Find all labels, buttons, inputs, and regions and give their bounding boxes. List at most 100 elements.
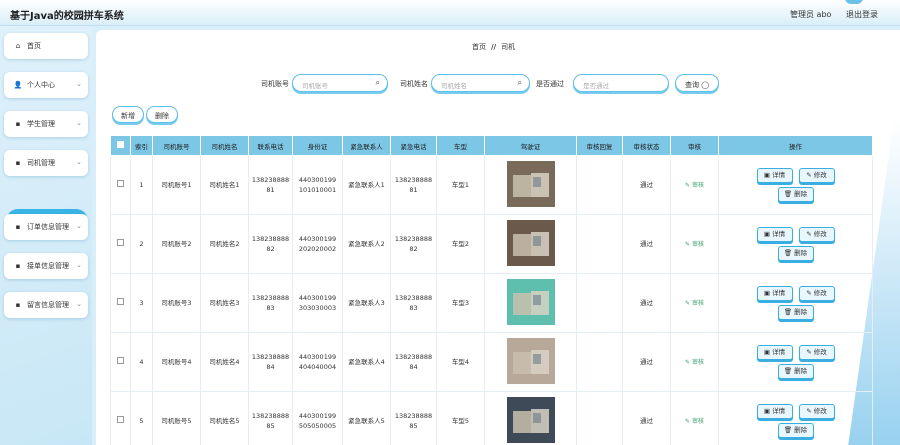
column-header: 紧急电话: [390, 135, 437, 156]
audit-link[interactable]: ✎ 审核: [685, 359, 704, 366]
actions-cell: ▣ 详情 ✎ 修改 🗑 删除: [718, 391, 873, 445]
sidebar-item-1[interactable]: ⌂ 首页: [4, 33, 88, 59]
sidebar-item-4[interactable]: ▪ 司机管理 ⌄: [4, 150, 88, 176]
license-photo-cell: [484, 214, 577, 274]
car-cell: 车型5: [436, 391, 485, 445]
sidebar-item-7[interactable]: ▪ 留言信息管理 ⌄: [4, 292, 88, 318]
delete-label: 删除: [794, 426, 808, 434]
account-label: 司机账号: [261, 80, 289, 88]
license-photo[interactable]: [506, 337, 555, 384]
detail-button[interactable]: ▣ 详情: [756, 286, 793, 301]
grid-icon: ▪: [15, 223, 21, 231]
audit-cell: ✎ 审核: [670, 273, 719, 333]
sidebar-item-label: 留言信息管理: [27, 301, 69, 309]
edit-label: 修改: [813, 171, 827, 179]
edit-icon: ✎: [806, 348, 812, 356]
audit-label: 审核: [691, 181, 704, 189]
column-header: 紧急联系人: [342, 135, 391, 156]
name-placeholder: 司机姓名: [441, 82, 467, 90]
detail-button[interactable]: ▣ 详情: [756, 345, 793, 360]
user-label: 管理员 abo: [790, 10, 832, 19]
select-all-checkbox[interactable]: [117, 141, 124, 148]
actions-cell: ▣ 详情 ✎ 修改 🗑 删除: [718, 214, 873, 274]
pass-select[interactable]: 是否通过: [573, 74, 669, 92]
audit-cell: ✎ 审核: [670, 214, 719, 274]
sidebar-item-label: 首页: [27, 42, 41, 50]
query-button[interactable]: 查询 ◯: [675, 74, 720, 92]
detail-label: 详情: [772, 407, 786, 415]
delete-button[interactable]: 🗑 删除: [777, 364, 814, 379]
reply-cell: [576, 391, 623, 445]
index-cell: 2: [130, 214, 153, 274]
edit-button[interactable]: ✎ 修改: [798, 168, 835, 183]
row-checkbox[interactable]: [117, 180, 124, 187]
id-card-cell: 440300199 505050005: [292, 391, 343, 445]
phone-cell: 138238888 84: [248, 332, 293, 392]
chevron-down-icon: ⌄: [76, 119, 82, 127]
actions-cell: ▣ 详情 ✎ 修改 🗑 删除: [718, 332, 873, 392]
select-all-header[interactable]: [110, 135, 131, 156]
name-input[interactable]: 司机姓名 ⌕: [431, 74, 530, 92]
logout-link[interactable]: 退出登录: [846, 9, 878, 20]
delete-button[interactable]: 🗑 删除: [777, 423, 814, 438]
avatar[interactable]: [843, 0, 865, 6]
phone-cell: 138238888 85: [248, 391, 293, 445]
audit-link[interactable]: ✎ 审核: [685, 182, 704, 189]
detail-label: 详情: [772, 289, 786, 297]
sidebar-item-3[interactable]: ▪ 学生管理 ⌄: [4, 111, 88, 137]
edit-button[interactable]: ✎ 修改: [798, 286, 835, 301]
sidebar-item-label: 订单信息管理: [27, 223, 69, 231]
license-photo[interactable]: [506, 396, 555, 443]
chevron-down-icon: ⌄: [76, 300, 82, 308]
account-input[interactable]: 司机账号 ⌕: [292, 74, 388, 92]
row-checkbox[interactable]: [117, 239, 124, 246]
sidebar-item-label: 接单信息管理: [27, 262, 69, 270]
license-photo[interactable]: [506, 160, 555, 207]
detail-button[interactable]: ▣ 详情: [756, 404, 793, 419]
status-cell: 通过: [622, 214, 671, 274]
audit-link[interactable]: ✎ 审核: [685, 300, 704, 307]
license-photo-cell: [484, 155, 577, 215]
detail-label: 详情: [772, 230, 786, 238]
sidebar-item-6[interactable]: ▪ 接单信息管理 ⌄: [4, 253, 88, 279]
edit-button[interactable]: ✎ 修改: [798, 404, 835, 419]
car-cell: 车型4: [436, 332, 485, 392]
license-photo-cell: [484, 391, 577, 445]
status-cell: 通过: [622, 273, 671, 333]
edit-icon: ▪: [15, 159, 21, 167]
index-cell: 3: [130, 273, 153, 333]
search-icon: ⌕: [517, 78, 522, 87]
license-photo[interactable]: [506, 278, 555, 325]
table-row: 2 司机账号2 司机姓名2 138238888 82 440300199 202020002…: [110, 214, 873, 274]
edit-icon: ✎: [806, 171, 812, 179]
license-photo[interactable]: [506, 219, 555, 266]
edit-icon: ✎: [806, 407, 812, 415]
breadcrumb-home[interactable]: 首页: [472, 43, 486, 51]
column-header: 车型: [436, 135, 485, 156]
sidebar-item-2[interactable]: 👤 个人中心 ⌄: [4, 72, 88, 98]
status-cell: 通过: [622, 155, 671, 215]
delete-button[interactable]: 🗑 删除: [777, 187, 814, 202]
detail-button[interactable]: ▣ 详情: [756, 227, 793, 242]
sidebar-item-label: 个人中心: [27, 81, 55, 89]
search-icon: ⌕: [375, 78, 380, 87]
grid-icon: ▪: [15, 301, 21, 309]
row-checkbox[interactable]: [117, 357, 124, 364]
delete-label: 删除: [794, 367, 808, 375]
row-checkbox[interactable]: [117, 298, 124, 305]
reply-cell: [576, 273, 623, 333]
pass-placeholder: 是否通过: [583, 82, 609, 90]
detail-button[interactable]: ▣ 详情: [756, 168, 793, 183]
sidebar-item-5[interactable]: ▪ 订单信息管理 ⌄: [4, 214, 88, 240]
edit-button[interactable]: ✎ 修改: [798, 227, 835, 242]
delete-label: 删除: [794, 308, 808, 316]
delete-button[interactable]: 🗑 删除: [777, 246, 814, 261]
batch-delete-button[interactable]: 删除: [146, 106, 178, 123]
index-cell: 5: [130, 391, 153, 445]
audit-link[interactable]: ✎ 审核: [685, 241, 704, 248]
delete-button[interactable]: 🗑 删除: [777, 305, 814, 320]
edit-button[interactable]: ✎ 修改: [798, 345, 835, 360]
audit-link[interactable]: ✎ 审核: [685, 418, 704, 425]
add-button[interactable]: 新增: [112, 106, 144, 123]
row-checkbox[interactable]: [117, 416, 124, 423]
